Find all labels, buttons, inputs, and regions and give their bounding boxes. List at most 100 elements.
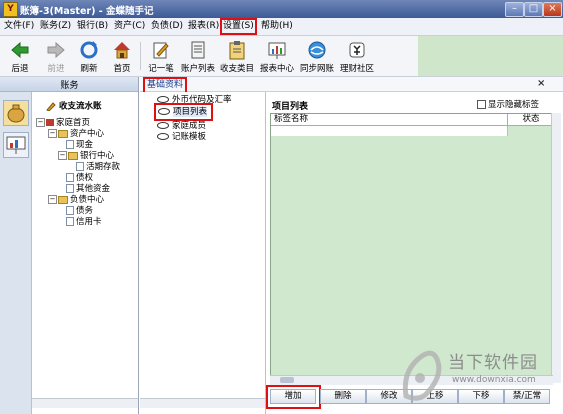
community-label: 理财社区 bbox=[339, 64, 374, 74]
home-button[interactable]: 首页 bbox=[104, 38, 140, 74]
tree-label-asset-center: 资产中心 bbox=[70, 129, 105, 139]
tree-horizontal-scrollbar[interactable] bbox=[32, 398, 138, 408]
tree-item-debts[interactable]: 债务 bbox=[66, 206, 93, 217]
globe-sync-icon bbox=[308, 41, 326, 59]
board-icon bbox=[6, 136, 26, 154]
window-title: 账簿-3(Master) - 金蝶随手记 bbox=[20, 6, 154, 17]
folder-icon bbox=[68, 151, 78, 160]
pane-divider[interactable] bbox=[138, 77, 139, 414]
tree-item-other-funds[interactable]: 其他资金 bbox=[66, 184, 110, 195]
menu-bar: 文件(F) 账务(Z) 银行(B) 资产(C) 负债(D) 报表(R) 设置(S… bbox=[0, 18, 563, 36]
refresh-icon bbox=[80, 41, 98, 59]
report-center-button[interactable]: 报表中心 bbox=[259, 38, 295, 74]
collapse-icon[interactable]: − bbox=[36, 118, 45, 127]
document-icon bbox=[66, 140, 74, 149]
column-header-tag-name[interactable]: 标签名称 bbox=[271, 114, 508, 125]
tree-label-other-funds: 其他资金 bbox=[76, 184, 111, 194]
sync-button[interactable]: 同步网账 bbox=[299, 38, 335, 74]
tree-item-liability-center[interactable]: − 负债中心 bbox=[48, 195, 104, 206]
tree-label-cash: 现金 bbox=[76, 140, 94, 150]
tree-item-home[interactable]: − 家庭首页 bbox=[36, 118, 90, 129]
title-bar: Y 账簿-3(Master) - 金蝶随手记 – □ × bbox=[0, 0, 563, 18]
tree-item-cash[interactable]: 现金 bbox=[66, 140, 93, 151]
show-hidden-tags-option[interactable]: 显示隐藏标签 bbox=[477, 98, 539, 110]
tree-label-liability-center: 负债中心 bbox=[70, 195, 105, 205]
minimize-button[interactable]: – bbox=[505, 2, 524, 17]
tree-label-credit-card: 信用卡 bbox=[76, 217, 102, 227]
category-horizontal-scrollbar[interactable] bbox=[140, 398, 265, 408]
folder-icon bbox=[58, 195, 68, 204]
account-list-button[interactable]: 账户列表 bbox=[180, 38, 216, 74]
column-header-status[interactable]: 状态 bbox=[508, 114, 551, 125]
eye-icon bbox=[157, 133, 169, 140]
category-label-templates: 记账模板 bbox=[172, 132, 207, 142]
eye-icon bbox=[158, 108, 170, 115]
tree-label-home: 家庭首页 bbox=[56, 118, 91, 128]
show-hidden-label: 显示隐藏标签 bbox=[488, 100, 540, 110]
watermark-text: 当下软件园 bbox=[448, 353, 538, 373]
community-button[interactable]: 理财社区 bbox=[339, 38, 375, 74]
house-icon bbox=[114, 42, 130, 59]
collapse-icon[interactable]: − bbox=[48, 195, 57, 204]
watermark-url: www.downxia.com bbox=[452, 375, 536, 385]
category-family-members[interactable]: 家庭成员 bbox=[157, 121, 206, 132]
menu-bank[interactable]: 银行(B) bbox=[76, 20, 109, 33]
community-icon bbox=[349, 42, 365, 58]
chart-board-icon bbox=[268, 42, 286, 59]
add-button[interactable]: 增加 bbox=[270, 389, 316, 404]
document-icon bbox=[66, 173, 74, 182]
menu-accounts[interactable]: 账务(Z) bbox=[39, 20, 72, 33]
tree-item-asset-center[interactable]: − 资产中心 bbox=[48, 129, 104, 140]
ledger-icon bbox=[191, 41, 205, 59]
collapse-icon[interactable]: − bbox=[58, 151, 67, 160]
pencil-note-icon bbox=[153, 42, 169, 59]
account-tree: 收支流水账 − 家庭首页 − 资产中心 现金 − 银行中心 活期存款 债权 其他资金 … bbox=[32, 92, 138, 414]
menu-help[interactable]: 帮助(H) bbox=[260, 20, 294, 33]
report-module-button[interactable] bbox=[3, 132, 29, 158]
document-icon bbox=[66, 217, 74, 226]
tree-label-bank-center: 银行中心 bbox=[80, 151, 115, 161]
eye-icon bbox=[157, 96, 169, 103]
tree-item-creditor-rights[interactable]: 债权 bbox=[66, 173, 93, 184]
main-tab-strip bbox=[140, 77, 563, 92]
category-templates[interactable]: 记账模板 bbox=[157, 132, 206, 143]
left-module-strip bbox=[0, 92, 32, 414]
menu-settings[interactable]: 设置(S) bbox=[220, 18, 257, 35]
project-list-title: 项目列表 bbox=[272, 102, 309, 112]
left-panel-title: 账务 bbox=[60, 81, 79, 91]
left-panel-header: 账务 bbox=[0, 77, 139, 92]
menu-liabilities[interactable]: 负债(D) bbox=[150, 20, 184, 33]
clipboard-icon bbox=[229, 41, 245, 60]
delete-button[interactable]: 删除 bbox=[320, 389, 366, 404]
tree-item-journal[interactable]: 收支流水账 bbox=[46, 101, 101, 112]
tree-item-bank-center[interactable]: − 银行中心 bbox=[58, 151, 114, 162]
show-hidden-checkbox[interactable] bbox=[477, 100, 486, 109]
menu-assets[interactable]: 资产(C) bbox=[113, 20, 146, 33]
document-icon bbox=[76, 162, 84, 171]
money-bag-icon bbox=[7, 104, 25, 123]
tree-item-credit-card[interactable]: 信用卡 bbox=[66, 217, 102, 228]
finance-module-button[interactable] bbox=[3, 100, 29, 126]
document-icon bbox=[66, 184, 74, 193]
folder-icon bbox=[58, 129, 68, 138]
category-label-projects: 项目列表 bbox=[173, 107, 208, 117]
table-header: 标签名称 状态 bbox=[271, 114, 552, 126]
close-button[interactable]: × bbox=[543, 2, 562, 17]
basic-data-category-list: 外币代码及汇率 项目列表 家庭成员 记账模板 bbox=[140, 92, 266, 414]
scrollbar-thumb[interactable] bbox=[280, 377, 294, 383]
table-row[interactable] bbox=[271, 126, 508, 136]
menu-reports[interactable]: 报表(R) bbox=[187, 20, 220, 33]
maximize-button[interactable]: □ bbox=[524, 2, 543, 17]
tree-item-term-deposit[interactable]: 活期存款 bbox=[76, 162, 120, 173]
collapse-icon[interactable]: − bbox=[48, 129, 57, 138]
menu-file[interactable]: 文件(F) bbox=[3, 20, 35, 33]
app-icon: Y bbox=[3, 2, 18, 17]
close-tab-icon[interactable]: × bbox=[537, 78, 545, 89]
toolbar-extension-area bbox=[418, 36, 563, 77]
eye-icon bbox=[157, 122, 169, 129]
categories-button[interactable]: 收支类目 bbox=[219, 38, 255, 74]
category-projects[interactable]: 项目列表 bbox=[154, 103, 214, 121]
arrow-left-icon bbox=[11, 41, 29, 59]
document-icon bbox=[66, 206, 74, 215]
tree-label-debts: 债务 bbox=[76, 206, 94, 216]
